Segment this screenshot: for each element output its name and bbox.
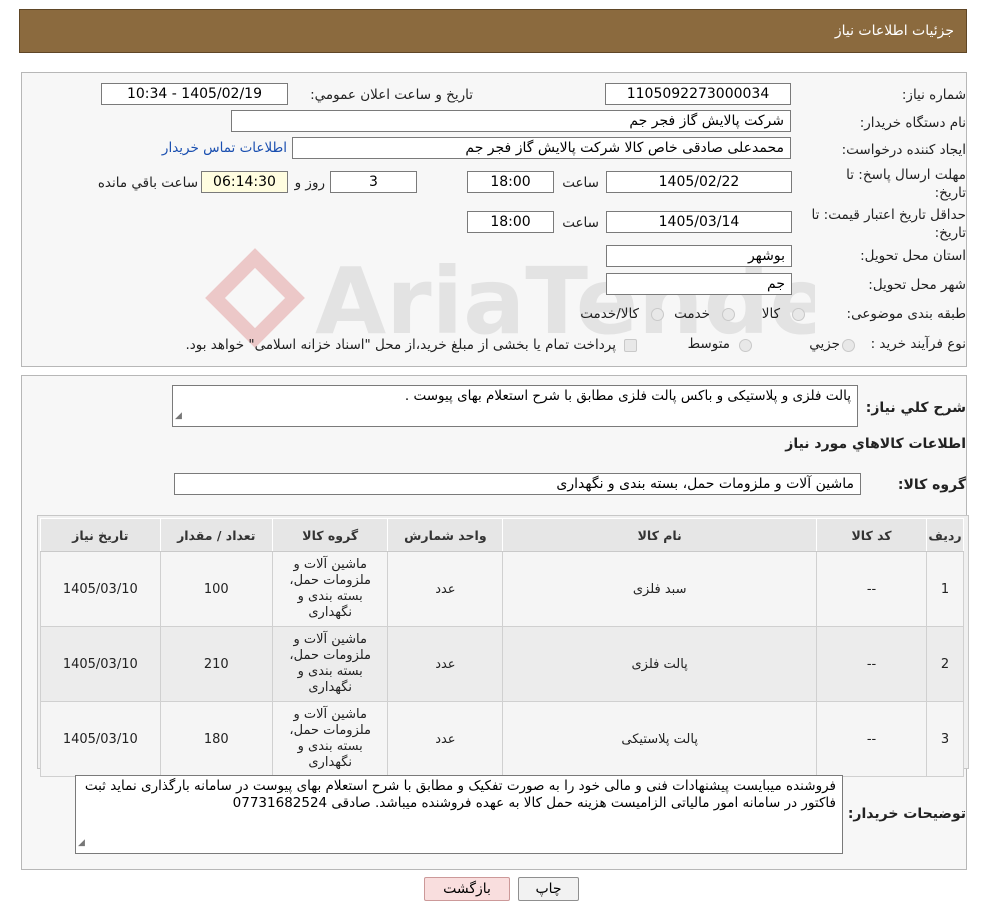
table-row[interactable]: 3 -- پالت پلاستیکی عدد ماشین آلات و ملزو… xyxy=(40,701,964,777)
cell-name: پالت فلزی xyxy=(502,626,818,702)
col-code: کد کالا xyxy=(816,518,928,552)
summary-label: شرح کلي نياز: xyxy=(865,400,966,416)
cell-row: 1 xyxy=(926,551,964,627)
back-button[interactable]: بازگشت xyxy=(424,877,510,901)
goods-info-title: اطلاعات کالاهاي مورد نياز xyxy=(785,436,966,452)
process-label: نوع فرآيند خريد : xyxy=(870,336,966,352)
resize-grip-icon[interactable]: ◢ xyxy=(78,835,85,852)
cell-code: -- xyxy=(816,551,928,627)
city-field: جم xyxy=(606,273,792,295)
cell-name: پالت پلاستیکی xyxy=(502,701,818,777)
cell-name: سبد فلزی xyxy=(502,551,818,627)
cell-qty: 180 xyxy=(159,701,273,777)
items-table: رديف کد کالا نام کالا واحد شمارش گروه کا… xyxy=(40,518,964,777)
cell-unit: عدد xyxy=(387,626,504,702)
goods-group-field: ماشین آلات و ملزومات حمل، بسته بندی و نگ… xyxy=(174,473,861,495)
col-row: رديف xyxy=(926,518,964,552)
process-note: پرداخت تمام يا بخشی از مبلغ خريد،از محل … xyxy=(185,337,616,353)
cell-date: 1405/03/10 xyxy=(40,626,161,702)
announce-field: 1405/02/19 - 10:34 xyxy=(101,83,288,105)
process-minor-radio[interactable] xyxy=(842,339,855,352)
validity-label: حداقل تاريخ اعتبار قيمت: تا تاريخ: xyxy=(811,207,966,241)
deadline-time-field: 18:00 xyxy=(467,171,554,193)
creator-field: محمدعلی صادقی خاص کالا شرکت پالایش گاز ف… xyxy=(292,137,791,159)
validity-time-label: ساعت xyxy=(562,215,599,231)
cell-qty: 100 xyxy=(159,551,273,627)
summary-textarea[interactable]: پالت فلزی و پلاستیکی و باکس پالت فلزی مط… xyxy=(172,385,858,427)
col-group: گروه کالا xyxy=(271,518,389,552)
city-label: شهر محل تحويل: xyxy=(868,277,966,293)
validity-time-field: 18:00 xyxy=(467,211,554,233)
days-field: 3 xyxy=(330,171,417,193)
cell-group: ماشین آلات و ملزومات حمل، بسته بندی و نگ… xyxy=(271,551,389,627)
announce-label: تاریخ و ساعت اعلان عمومي: xyxy=(310,87,473,103)
table-row[interactable]: 2 -- پالت فلزی عدد ماشین آلات و ملزومات … xyxy=(40,626,964,702)
resize-grip-icon[interactable]: ◢ xyxy=(175,408,182,425)
cell-code: -- xyxy=(816,701,928,777)
cell-unit: عدد xyxy=(387,551,504,627)
print-button[interactable]: چاپ xyxy=(518,877,579,901)
buyer-notes-textarea[interactable]: فروشنده میبایست پیشنهادات فنی و مالی خود… xyxy=(75,775,843,854)
category-goods-service-label: کالا/خدمت xyxy=(580,306,639,322)
cell-group: ماشین آلات و ملزومات حمل، بسته بندی و نگ… xyxy=(271,701,389,777)
deadline-time-label: ساعت xyxy=(562,175,599,191)
page-title: جزئیات اطلاعات نیاز xyxy=(834,23,954,39)
cell-unit: عدد xyxy=(387,701,504,777)
summary-text: پالت فلزی و پلاستیکی و باکس پالت فلزی مط… xyxy=(404,388,851,404)
buyer-notes-label: توضيحات خريدار: xyxy=(847,806,966,822)
remaining-time-field: 06:14:30 xyxy=(201,171,288,193)
province-label: استان محل تحويل: xyxy=(860,248,966,264)
remaining-label: ساعت باقي مانده xyxy=(97,175,198,191)
cell-code: -- xyxy=(816,626,928,702)
table-header-row: رديف کد کالا نام کالا واحد شمارش گروه کا… xyxy=(40,518,964,552)
cell-row: 2 xyxy=(926,626,964,702)
category-service-label: خدمت xyxy=(674,306,710,322)
need-number-label: شماره نیاز: xyxy=(901,87,966,103)
buyer-contact-link[interactable]: اطلاعات تماس خريدار xyxy=(162,140,287,156)
buyer-notes-text: فروشنده میبایست پیشنهادات فنی و مالی خود… xyxy=(84,778,836,811)
need-number-field: 1105092273000034 xyxy=(605,83,791,105)
category-service-radio[interactable] xyxy=(722,308,735,321)
deadline-label: مهلت ارسال پاسخ: تا تاريخ: xyxy=(846,167,966,201)
cell-date: 1405/03/10 xyxy=(40,551,161,627)
days-label: روز و xyxy=(294,175,325,191)
cell-date: 1405/03/10 xyxy=(40,701,161,777)
col-name: نام کالا xyxy=(502,518,818,552)
category-label: طبقه بندی موضوعی: xyxy=(846,306,966,322)
process-medium-label: متوسط xyxy=(687,336,730,352)
goods-group-label: گروه کالا: xyxy=(897,477,966,493)
col-date: تاريخ نياز xyxy=(40,518,161,552)
process-medium-radio[interactable] xyxy=(739,339,752,352)
validity-date-field: 1405/03/14 xyxy=(606,211,792,233)
buyer-org-label: نام دستگاه خريدار: xyxy=(859,115,966,131)
cell-group: ماشین آلات و ملزومات حمل، بسته بندی و نگ… xyxy=(271,626,389,702)
cell-row: 3 xyxy=(926,701,964,777)
category-goods-radio[interactable] xyxy=(792,308,805,321)
deadline-date-field: 1405/02/22 xyxy=(606,171,792,193)
process-minor-label: جزيي xyxy=(809,336,840,352)
col-qty: تعداد / مقدار xyxy=(159,518,273,552)
page-header: جزئیات اطلاعات نیاز xyxy=(19,9,967,53)
province-field: بوشهر xyxy=(606,245,792,267)
category-goods-label: کالا xyxy=(761,306,780,322)
cell-qty: 210 xyxy=(159,626,273,702)
process-treasury-checkbox[interactable] xyxy=(624,339,637,352)
buyer-org-field: شرکت پالایش گاز فجر جم xyxy=(231,110,791,132)
creator-label: ايجاد کننده درخواست: xyxy=(841,142,966,158)
category-goods-service-radio[interactable] xyxy=(651,308,664,321)
table-row[interactable]: 1 -- سبد فلزی عدد ماشین آلات و ملزومات ح… xyxy=(40,551,964,627)
col-unit: واحد شمارش xyxy=(387,518,504,552)
